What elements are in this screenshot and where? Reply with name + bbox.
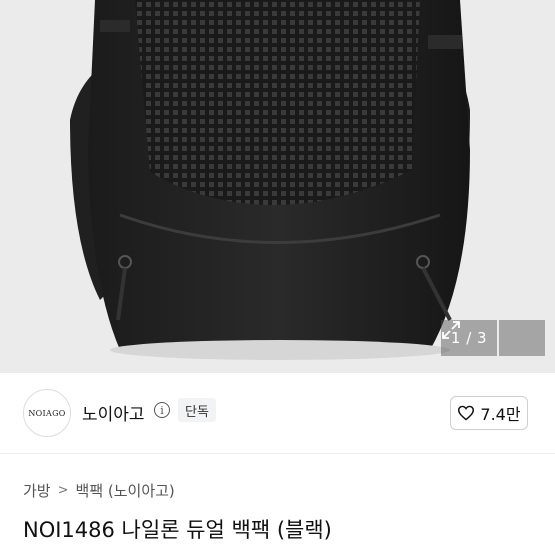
like-count: 7.4만: [480, 405, 521, 424]
breadcrumb: 가방 > 백팩 (노이아고): [23, 480, 175, 501]
breadcrumb-item-bags[interactable]: 가방: [23, 480, 51, 501]
expand-icon[interactable]: [442, 320, 545, 356]
chevron-right-icon: >: [57, 483, 69, 498]
like-button[interactable]: 7.4만: [450, 396, 528, 430]
breadcrumb-item-backpack[interactable]: 백팩 (노이아고): [76, 480, 175, 501]
shop-name[interactable]: 노이아고: [82, 400, 145, 425]
backpack-photo: [70, 0, 470, 360]
product-title: NOI1486 나일론 듀얼 백팩 (블랙): [23, 518, 332, 542]
shop-avatar[interactable]: NOIAGO: [23, 389, 71, 437]
heart-outline-icon: [458, 405, 475, 421]
image-pager: 1 / 3: [441, 320, 546, 356]
product-image[interactable]: 1 / 3: [0, 0, 555, 373]
info-icon[interactable]: i: [154, 402, 170, 418]
exclusive-badge: 단독: [178, 398, 216, 422]
shop-info-row: NOIAGO 노이아고 i 단독 7.4만: [0, 373, 555, 454]
